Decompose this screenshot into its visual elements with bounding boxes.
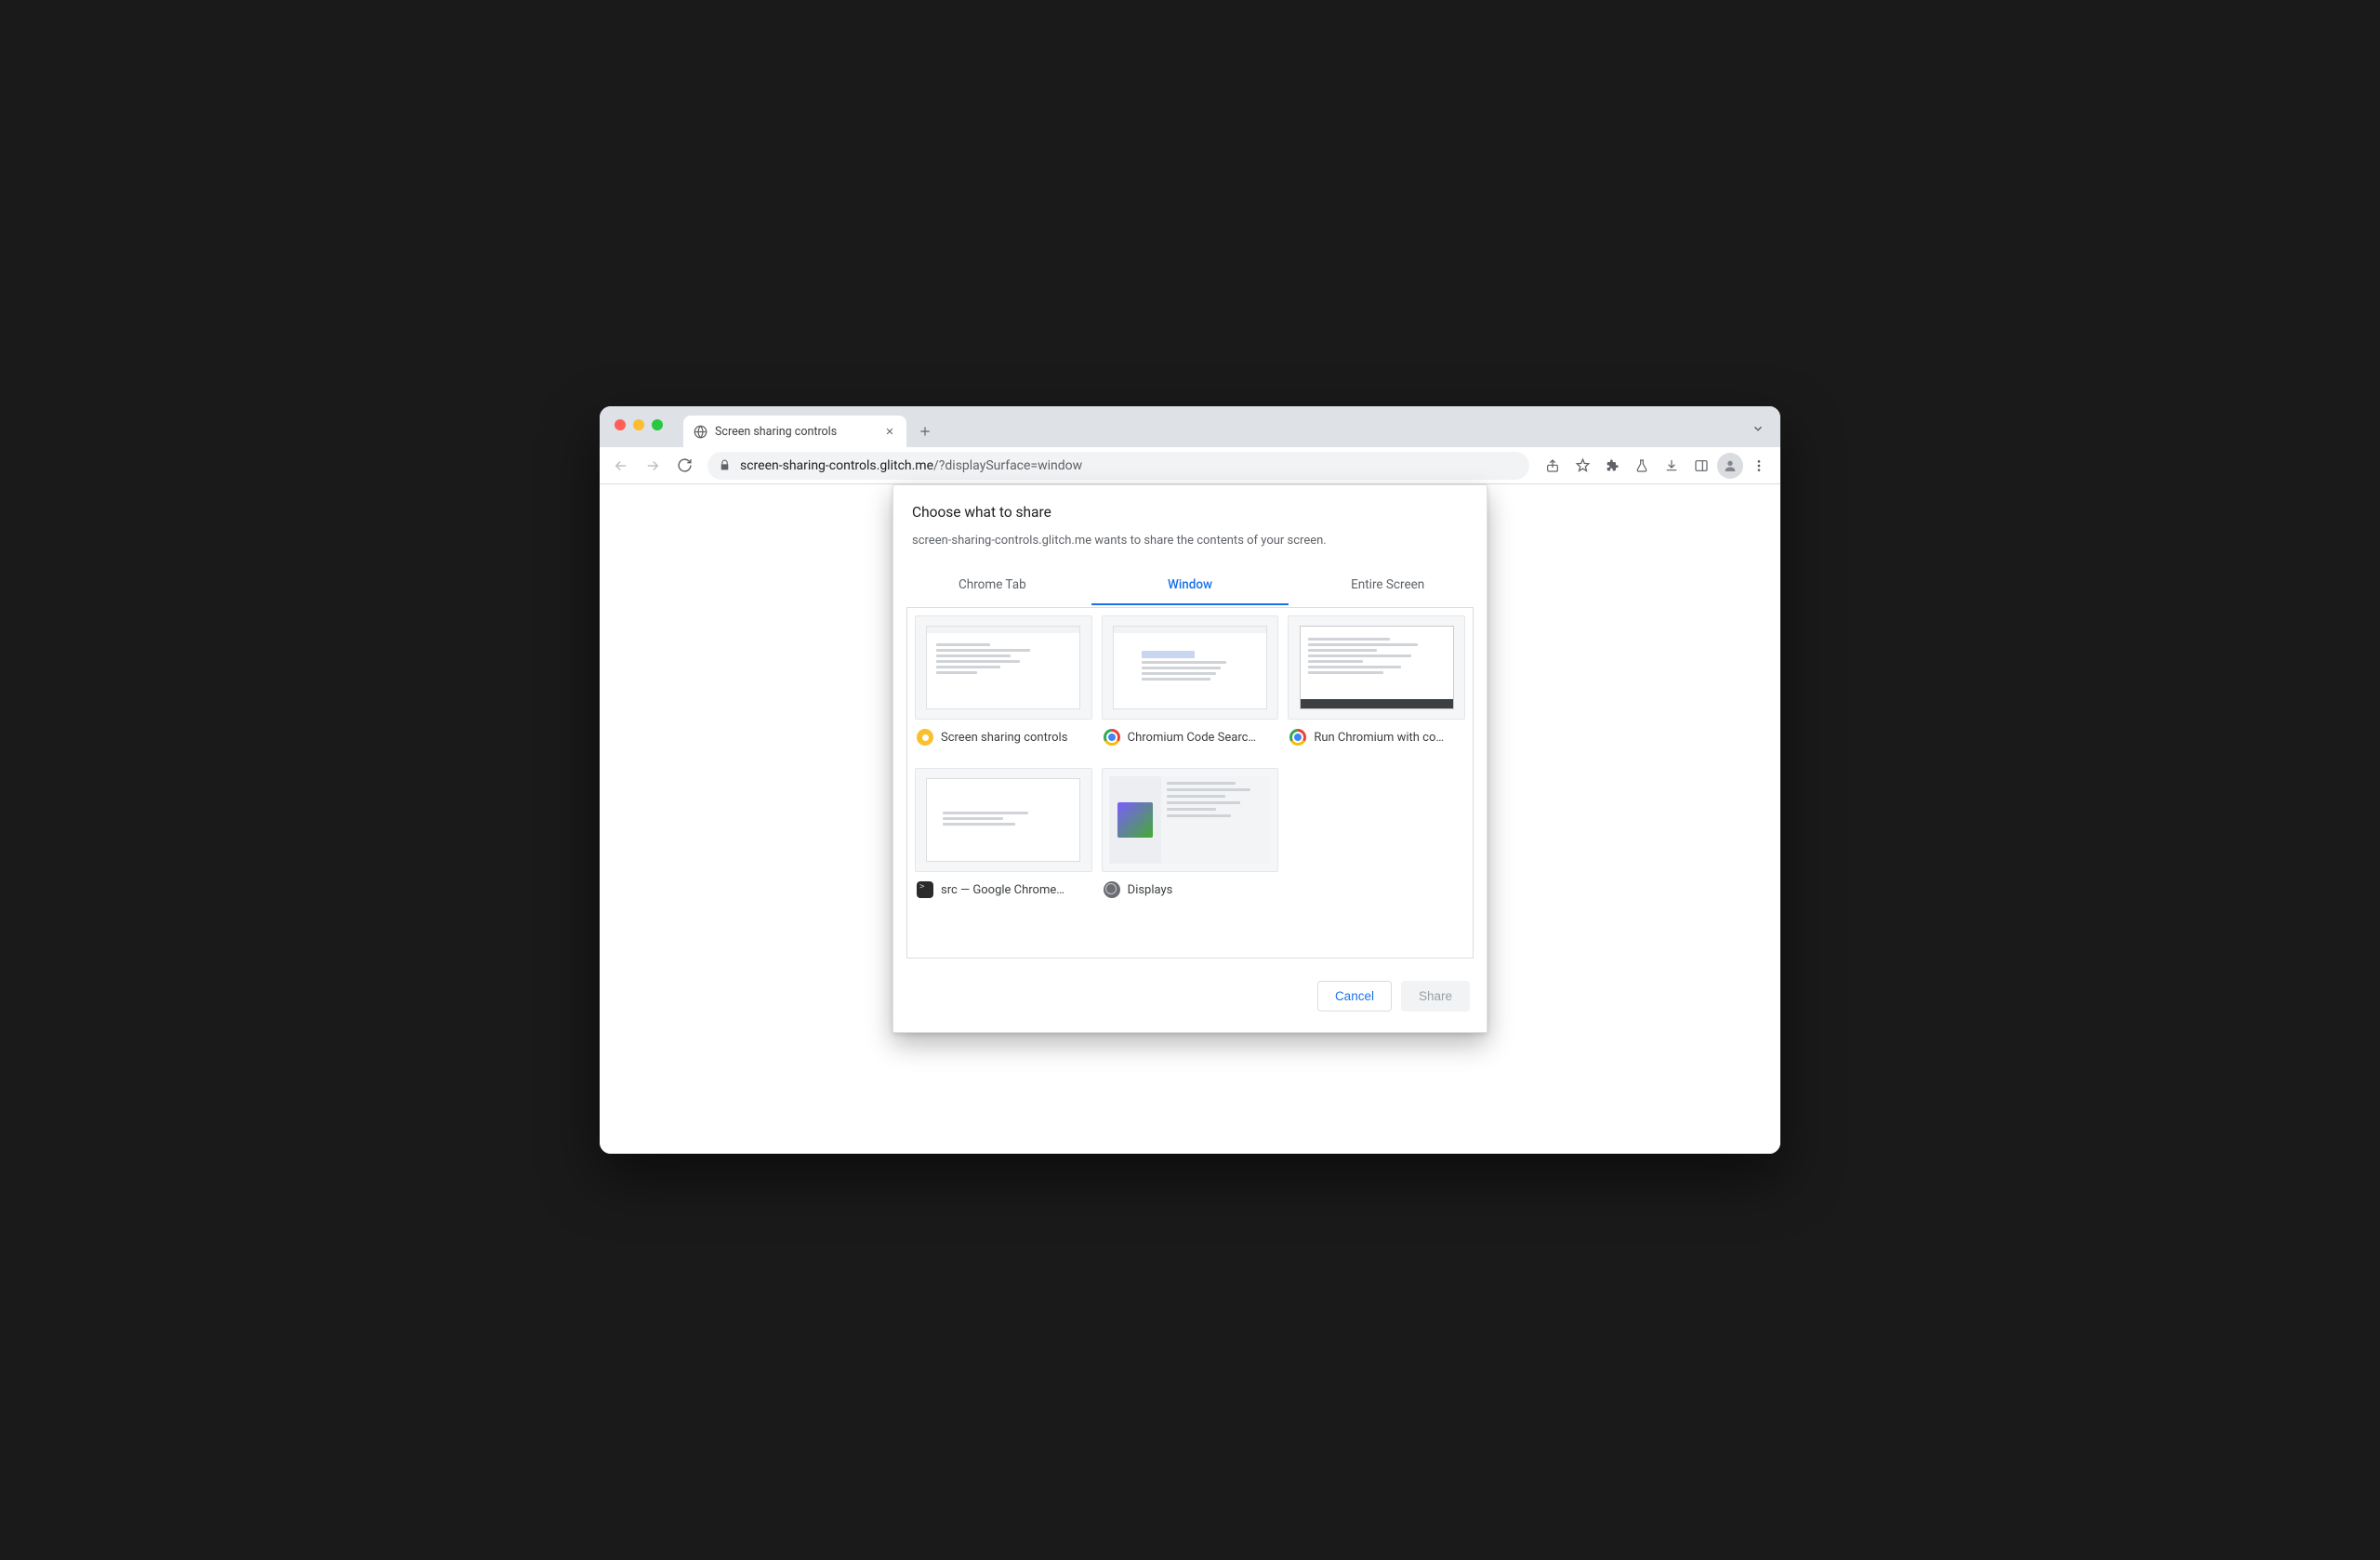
app-icon-chrome bbox=[1289, 729, 1306, 746]
star-icon[interactable] bbox=[1568, 452, 1596, 480]
cancel-button[interactable]: Cancel bbox=[1317, 981, 1392, 1011]
tab-chrome-tab[interactable]: Chrome Tab bbox=[893, 566, 1091, 605]
address-bar[interactable]: screen-sharing-controls.glitch.me/?displ… bbox=[707, 452, 1529, 480]
window-thumbnail bbox=[1288, 615, 1465, 720]
tab-strip: Screen sharing controls bbox=[683, 416, 1771, 447]
tab-window[interactable]: Window bbox=[1091, 566, 1289, 605]
window-option[interactable]: src — Google Chrome… bbox=[915, 768, 1092, 913]
reload-button[interactable] bbox=[670, 452, 698, 480]
url-text: screen-sharing-controls.glitch.me/?displ… bbox=[740, 458, 1082, 473]
downloads-icon[interactable] bbox=[1658, 452, 1686, 480]
app-icon-chrome-canary bbox=[917, 729, 933, 746]
toolbar-actions bbox=[1539, 452, 1773, 480]
close-tab-button[interactable] bbox=[882, 424, 897, 439]
back-button[interactable] bbox=[607, 452, 635, 480]
app-icon-chrome bbox=[1104, 729, 1120, 746]
share-source-tabs: Chrome Tab Window Entire Screen bbox=[893, 566, 1487, 605]
window-label: Displays bbox=[1128, 883, 1173, 897]
url-path: /?displaySurface=window bbox=[933, 458, 1082, 473]
page-viewport: Choose what to share screen-sharing-cont… bbox=[600, 484, 1780, 1154]
window-label: src — Google Chrome… bbox=[941, 883, 1064, 897]
browser-window: Screen sharing controls bbox=[600, 406, 1780, 1154]
extensions-icon[interactable] bbox=[1598, 452, 1626, 480]
window-label: Screen sharing controls bbox=[941, 731, 1067, 745]
new-tab-button[interactable] bbox=[912, 418, 938, 444]
browser-tab[interactable]: Screen sharing controls bbox=[683, 416, 906, 447]
window-label: Chromium Code Searc… bbox=[1128, 731, 1256, 745]
dialog-title: Choose what to share bbox=[912, 504, 1468, 521]
lock-icon bbox=[719, 459, 731, 471]
globe-icon bbox=[693, 424, 707, 439]
dialog-header: Choose what to share screen-sharing-cont… bbox=[893, 485, 1487, 555]
url-host: screen-sharing-controls.glitch.me bbox=[740, 458, 933, 473]
window-option[interactable]: Chromium Code Searc… bbox=[1102, 615, 1279, 760]
labs-icon[interactable] bbox=[1628, 452, 1656, 480]
window-thumbnail bbox=[1102, 615, 1279, 720]
profile-button[interactable] bbox=[1717, 453, 1743, 479]
close-window-button[interactable] bbox=[615, 419, 626, 430]
window-thumbnail bbox=[915, 615, 1092, 720]
window-option[interactable]: Displays bbox=[1102, 768, 1279, 913]
tab-entire-screen[interactable]: Entire Screen bbox=[1289, 566, 1487, 605]
share-picker-dialog: Choose what to share screen-sharing-cont… bbox=[892, 484, 1488, 1033]
window-option[interactable]: Screen sharing controls bbox=[915, 615, 1092, 760]
tab-title: Screen sharing controls bbox=[715, 425, 875, 439]
window-option[interactable]: Run Chromium with co… bbox=[1288, 615, 1465, 760]
toolbar: screen-sharing-controls.glitch.me/?displ… bbox=[600, 447, 1780, 484]
tab-search-button[interactable] bbox=[1749, 419, 1767, 438]
window-thumbnail bbox=[915, 768, 1092, 872]
title-bar: Screen sharing controls bbox=[600, 406, 1780, 447]
share-icon[interactable] bbox=[1539, 452, 1567, 480]
forward-button[interactable] bbox=[639, 452, 667, 480]
side-panel-icon[interactable] bbox=[1687, 452, 1715, 480]
dialog-subtitle: screen-sharing-controls.glitch.me wants … bbox=[912, 534, 1468, 548]
dialog-footer: Cancel Share bbox=[893, 972, 1487, 1032]
app-icon-system-preferences bbox=[1104, 881, 1120, 898]
minimize-window-button[interactable] bbox=[633, 419, 644, 430]
maximize-window-button[interactable] bbox=[652, 419, 663, 430]
window-label: Run Chromium with co… bbox=[1314, 731, 1444, 745]
window-thumbnail bbox=[1102, 768, 1279, 872]
share-button[interactable]: Share bbox=[1401, 981, 1470, 1011]
window-grid: Screen sharing controls Chromium Code Se… bbox=[906, 607, 1474, 958]
window-controls bbox=[615, 419, 663, 430]
app-icon-terminal bbox=[917, 881, 933, 898]
menu-button[interactable] bbox=[1745, 452, 1773, 480]
